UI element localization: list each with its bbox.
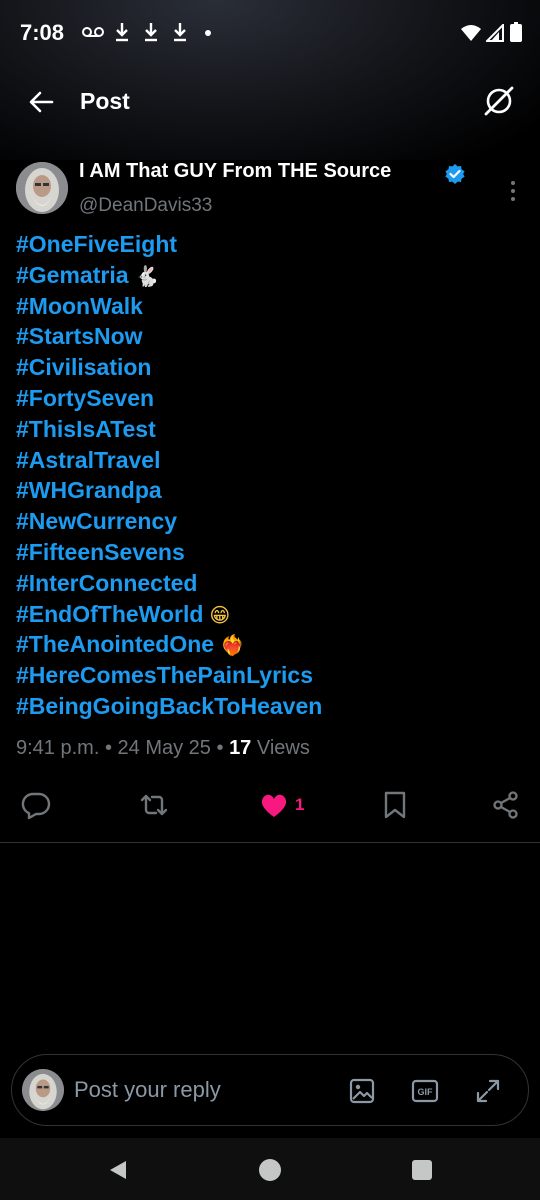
page-title: Post: [80, 88, 130, 114]
status-time: 7:08: [20, 20, 65, 45]
post-time: 9:41 p.m.: [16, 737, 100, 759]
download-icon: [174, 23, 186, 42]
reply-composer: GIF: [11, 1054, 529, 1126]
author-avatar[interactable]: [16, 162, 68, 214]
more-options-icon[interactable]: [503, 178, 523, 204]
hashtag-link[interactable]: #ThisIsATest: [16, 414, 526, 445]
post-header: Post: [0, 78, 540, 128]
hashtag-link[interactable]: #Gematria 🐇: [16, 260, 526, 291]
rabbit-emoji: 🐇: [134, 263, 160, 288]
nav-recents-icon[interactable]: [410, 1158, 434, 1182]
views-count: 17: [229, 737, 252, 759]
post-date: 24 May 25: [117, 737, 211, 759]
post-text: #OneFiveEight #Gematria 🐇 #MoonWalk #Star…: [16, 229, 526, 722]
hashtag-link[interactable]: #BeingGoingBackToHeaven: [16, 691, 526, 722]
views-label: Views: [256, 737, 310, 759]
divider: [0, 842, 540, 843]
reply-icon[interactable]: [21, 790, 51, 820]
heart-on-fire-emoji: ❤️‍🔥: [220, 633, 245, 658]
like-heart-icon[interactable]: [259, 790, 289, 820]
gif-label: GIF: [418, 1087, 434, 1097]
like-count: 1: [295, 795, 305, 814]
hashtag-link[interactable]: #AstralTravel: [16, 445, 526, 476]
nav-back-icon[interactable]: [106, 1158, 130, 1182]
post-meta: 9:41 p.m. • 24 May 25 • 17 Views: [16, 737, 310, 760]
battery-icon: [510, 22, 522, 42]
author-name[interactable]: I AM That GUY From THE Source: [79, 160, 391, 183]
action-bar: 1: [0, 786, 540, 826]
hashtag-link[interactable]: #Civilisation: [16, 352, 526, 383]
gif-icon[interactable]: GIF: [411, 1077, 439, 1105]
dot-icon: [205, 30, 211, 36]
download-icon: [145, 23, 157, 42]
meta-separator: •: [216, 737, 224, 759]
avatar-portrait-icon: [22, 1069, 64, 1111]
signal-icon: [486, 24, 504, 42]
nav-home-icon[interactable]: [258, 1158, 282, 1182]
back-arrow-icon[interactable]: [26, 86, 58, 118]
hashtag-link[interactable]: #HereComesThePainLyrics: [16, 660, 526, 691]
share-icon[interactable]: [491, 790, 521, 820]
hashtag-link[interactable]: #EndOfTheWorld 😁: [16, 599, 526, 630]
grok-icon[interactable]: [482, 84, 516, 118]
download-icon: [116, 23, 128, 42]
hashtag-link[interactable]: #NewCurrency: [16, 506, 526, 537]
author-handle[interactable]: @DeanDavis33: [79, 195, 212, 217]
status-bar: 7:08: [0, 0, 540, 64]
hashtag-link[interactable]: #MoonWalk: [16, 291, 526, 322]
hashtag-link[interactable]: #StartsNow: [16, 321, 526, 352]
grinning-emoji: 😁: [209, 602, 231, 627]
repost-icon[interactable]: [139, 790, 169, 820]
hashtag-link[interactable]: #InterConnected: [16, 568, 526, 599]
wifi-icon: [461, 25, 481, 41]
hashtag-link[interactable]: #OneFiveEight: [16, 229, 526, 260]
hashtag-link[interactable]: #FifteenSevens: [16, 537, 526, 568]
hashtag-link[interactable]: #FortySeven: [16, 383, 526, 414]
reply-input[interactable]: [74, 1075, 334, 1105]
expand-icon[interactable]: [474, 1077, 502, 1105]
hashtag-link[interactable]: #TheAnointedOne ❤️‍🔥: [16, 629, 526, 660]
hashtag-link[interactable]: #WHGrandpa: [16, 475, 526, 506]
voicemail-icon: [82, 27, 104, 37]
bookmark-icon[interactable]: [380, 790, 410, 820]
verified-badge-icon: [445, 164, 465, 184]
system-nav-bar: [0, 1138, 540, 1200]
avatar-portrait-icon: [16, 162, 68, 214]
meta-separator: •: [104, 737, 112, 759]
image-icon[interactable]: [348, 1077, 376, 1105]
user-avatar[interactable]: [22, 1069, 64, 1111]
